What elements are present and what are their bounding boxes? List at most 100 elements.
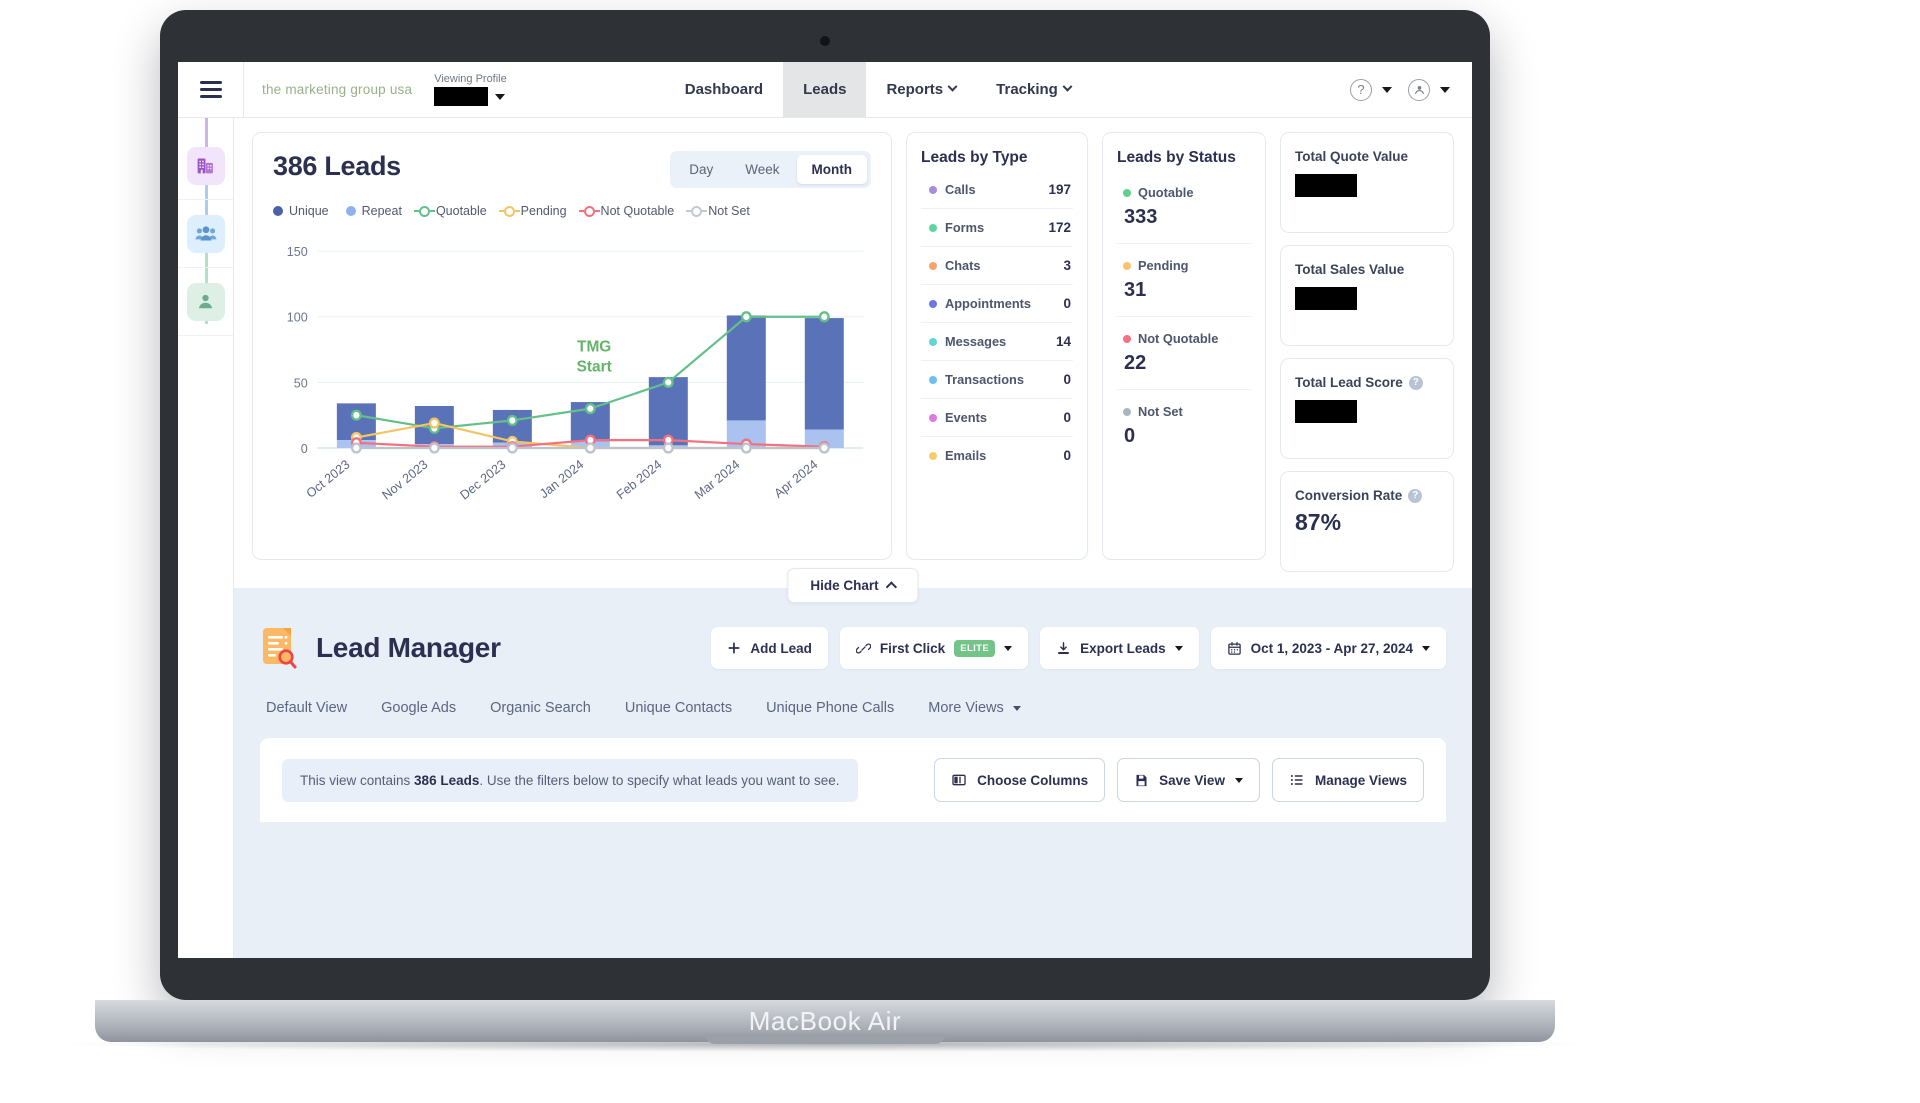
view-tab-default-view[interactable]: Default View xyxy=(266,700,347,716)
legend-swatch-not-set xyxy=(686,205,708,217)
viewing-profile-label: Viewing Profile xyxy=(434,73,507,85)
manage-views-button[interactable]: Manage Views xyxy=(1271,758,1424,802)
notice-prefix: This view contains xyxy=(300,772,415,788)
row-label: Transactions xyxy=(945,372,1024,387)
leads-by-type-title: Leads by Type xyxy=(921,149,1028,166)
building-icon[interactable] xyxy=(186,146,225,185)
legend-swatch-not-quotable xyxy=(578,205,600,217)
time-range-toggle: Day Week Month xyxy=(670,151,871,188)
leads-by-type-row[interactable]: Appointments 0 xyxy=(921,285,1073,323)
button-label: Choose Columns xyxy=(977,772,1089,788)
first-click-button[interactable]: First Click ELITE xyxy=(839,627,1029,669)
legend-swatch-pending xyxy=(498,205,520,217)
chevron-down-icon[interactable] xyxy=(1174,645,1183,651)
leads-by-type-row[interactable]: Calls 197 xyxy=(921,171,1073,209)
leads-by-type-row[interactable]: Messages 14 xyxy=(921,323,1073,361)
help-tooltip-icon[interactable]: ? xyxy=(1408,488,1423,503)
row-top: Not Quotable xyxy=(1123,331,1249,346)
stat-title-text: Total Quote Value xyxy=(1295,149,1409,164)
hamburger-menu-icon[interactable] xyxy=(199,81,222,98)
stat-card: Conversion Rate? 87% xyxy=(1280,471,1454,572)
row-left: Chats xyxy=(929,258,981,273)
row-left: Messages xyxy=(929,334,1006,349)
hide-chart-button[interactable]: Hide Chart xyxy=(787,568,919,603)
add-lead-button[interactable]: Add Lead xyxy=(711,627,828,669)
view-tab-google-ads[interactable]: Google Ads xyxy=(381,700,456,716)
nav-item-tracking[interactable]: Tracking xyxy=(976,62,1091,117)
chevron-down-icon xyxy=(947,81,958,92)
legend-item-unique[interactable]: Unique xyxy=(273,204,329,218)
leads-by-type-row[interactable]: Transactions 0 xyxy=(921,361,1073,399)
base-notch xyxy=(705,1034,945,1044)
group-people-icon[interactable] xyxy=(186,214,225,253)
leads-by-type-list: Calls 197 Forms 172 Chats 3 Appointments 0 Messa… xyxy=(921,171,1073,474)
choose-columns-button[interactable]: Choose Columns xyxy=(934,758,1106,802)
legend-item-pending[interactable]: Pending xyxy=(498,204,567,218)
view-tab-organic-search[interactable]: Organic Search xyxy=(490,700,591,716)
range-month[interactable]: Month xyxy=(796,155,867,184)
legend-item-repeat[interactable]: Repeat xyxy=(345,204,402,218)
leads-by-status-row[interactable]: Not Set 0 xyxy=(1117,390,1251,462)
oct-1-2023-apr-27-2024-button[interactable]: Oct 1, 2023 - Apr 27, 2024 xyxy=(1210,627,1446,669)
leads-by-type-row[interactable]: Emails 0 xyxy=(921,437,1073,474)
legend-item-quotable[interactable]: Quotable xyxy=(413,204,487,218)
chevron-down-icon[interactable] xyxy=(1234,777,1243,783)
range-week[interactable]: Week xyxy=(730,155,794,184)
nav-item-reports[interactable]: Reports xyxy=(866,62,976,117)
chevron-down-icon[interactable] xyxy=(1440,86,1450,93)
leads-chart-svg[interactable]: 0 50 100 150 TMG Start Oct 2023 Nov 2023 Dec 202… xyxy=(273,228,871,520)
app-body: 386 Leads Day Week Month Unique Repeat Q… xyxy=(178,118,1472,958)
viewing-profile-selector[interactable]: Viewing Profile xyxy=(426,62,515,117)
chart-header: 386 Leads Day Week Month xyxy=(273,151,871,188)
leads-by-type-row[interactable]: Events 0 xyxy=(921,399,1073,437)
row-value: 3 xyxy=(1063,258,1071,273)
row-value: 0 xyxy=(1063,448,1071,463)
legend-label-quotable: Quotable xyxy=(435,204,487,218)
svg-text:Nov 2023: Nov 2023 xyxy=(379,456,430,502)
rail-item-accounts[interactable] xyxy=(178,200,233,268)
leads-by-status-row[interactable]: Quotable 333 xyxy=(1117,171,1251,244)
notice-count: 386 Leads xyxy=(414,772,480,788)
view-tab-unique-contacts[interactable]: Unique Contacts xyxy=(625,700,732,716)
export-leads-button[interactable]: Export Leads xyxy=(1040,627,1199,669)
chevron-down-icon[interactable] xyxy=(1422,645,1430,651)
user-account-icon[interactable] xyxy=(1408,78,1430,101)
lead-manager-title: Lead Manager xyxy=(316,632,501,663)
leads-by-status-row[interactable]: Pending 31 xyxy=(1117,244,1251,317)
rail-item-company[interactable] xyxy=(178,132,233,200)
nav-item-leads[interactable]: Leads xyxy=(783,62,867,117)
columns-icon xyxy=(951,772,967,788)
laptop-base: MacBook Air xyxy=(95,1000,1555,1044)
view-tab-unique-phone-calls[interactable]: Unique Phone Calls xyxy=(766,700,894,716)
help-menu[interactable]: ? xyxy=(1350,78,1392,101)
row-label: Events xyxy=(945,410,987,425)
leads-by-status-list: Quotable 333 Pending 31 Not Quotable 22 Not Se… xyxy=(1117,171,1251,462)
nav-item-dashboard[interactable]: Dashboard xyxy=(665,62,783,117)
legend-item-not-quotable[interactable]: Not Quotable xyxy=(578,204,675,218)
legend-label-not-quotable: Not Quotable xyxy=(600,204,675,218)
leads-by-type-row[interactable]: Chats 3 xyxy=(921,247,1073,285)
legend-item-not-set[interactable]: Not Set xyxy=(686,204,750,218)
leads-by-type-card: Leads by Type Calls 197 Forms 172 Chats 3 Appo… xyxy=(906,132,1088,560)
leads-by-status-row[interactable]: Not Quotable 22 xyxy=(1117,317,1251,390)
lead-manager-view-tabs: Default View Google Ads Organic Search Uniq… xyxy=(260,700,1446,716)
row-value: 197 xyxy=(1048,182,1071,197)
app-window: the marketing group usa Viewing Profile … xyxy=(178,62,1472,958)
main-nav: Dashboard Leads Reports Tracking xyxy=(665,62,1091,117)
hide-chart-label: Hide Chart xyxy=(810,578,879,593)
save-view-button[interactable]: Save View xyxy=(1117,758,1260,802)
view-tab-more-views[interactable]: More Views xyxy=(928,700,1021,716)
rail-item-contact[interactable] xyxy=(178,268,233,336)
range-day[interactable]: Day xyxy=(674,155,728,184)
chevron-down-icon[interactable] xyxy=(495,93,506,100)
account-menu[interactable] xyxy=(1408,78,1450,101)
button-label: Manage Views xyxy=(1314,772,1407,788)
chevron-down-icon[interactable] xyxy=(1004,645,1013,651)
svg-text:Mar 2024: Mar 2024 xyxy=(692,456,743,502)
svg-text:50: 50 xyxy=(294,375,308,390)
help-tooltip-icon[interactable]: ? xyxy=(1408,375,1423,390)
chevron-down-icon[interactable] xyxy=(1382,86,1392,93)
question-mark-icon[interactable]: ? xyxy=(1350,78,1372,101)
single-person-icon[interactable] xyxy=(186,282,225,321)
leads-by-type-row[interactable]: Forms 172 xyxy=(921,209,1073,247)
